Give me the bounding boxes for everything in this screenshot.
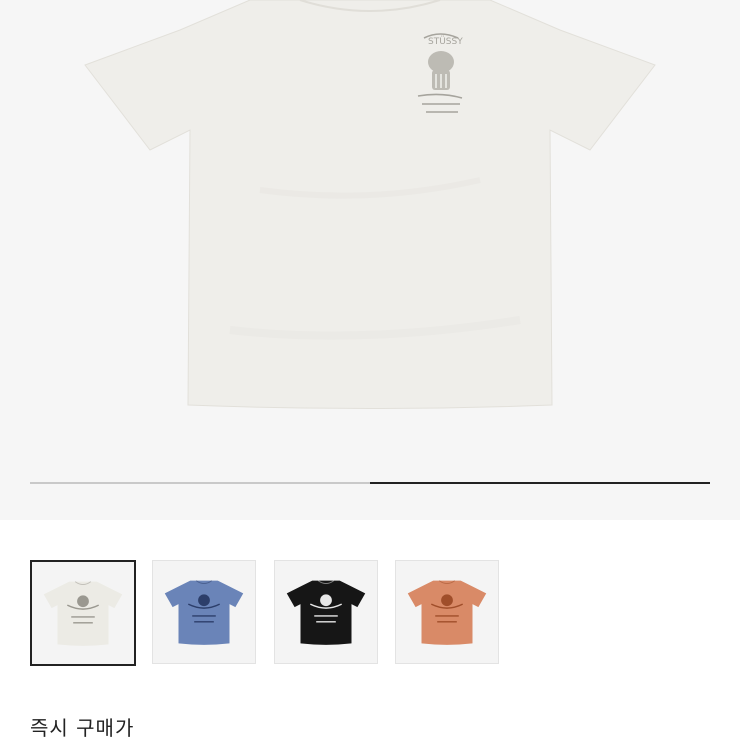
thumbnail-print-logo — [441, 594, 453, 607]
thumbnail-print-logo — [320, 594, 332, 607]
product-image-gallery[interactable]: STÜSSY — [0, 0, 740, 520]
gallery-progress-track — [30, 482, 710, 484]
color-thumbnail-list — [30, 560, 710, 666]
instant-buy-price-heading: 즉시 구매가 — [30, 716, 135, 740]
gallery-progress-fill — [370, 482, 710, 484]
thumbnail-tshirt-image — [164, 580, 244, 645]
thumbnail-print-logo — [198, 594, 210, 607]
thumbnail-tshirt-body — [407, 580, 487, 645]
thumbnail-tshirt-body — [164, 580, 244, 645]
thumbnail-tshirt-image — [43, 581, 123, 646]
thumbnail-black[interactable] — [274, 560, 378, 664]
thumbnail-blue[interactable] — [152, 560, 256, 664]
thumbnail-tshirt-image — [407, 580, 487, 645]
thumbnail-print-logo — [77, 595, 89, 608]
thumbnail-white[interactable] — [30, 560, 136, 666]
thumbnail-tshirt-body — [286, 580, 366, 645]
thumbnail-tshirt-body — [43, 581, 123, 646]
tshirt-body — [84, 0, 656, 409]
svg-text:STÜSSY: STÜSSY — [428, 36, 463, 47]
tshirt-main-image[interactable]: STÜSSY — [0, 0, 740, 470]
thumbnail-orange[interactable] — [395, 560, 499, 664]
thumbnail-tshirt-image — [286, 580, 366, 645]
